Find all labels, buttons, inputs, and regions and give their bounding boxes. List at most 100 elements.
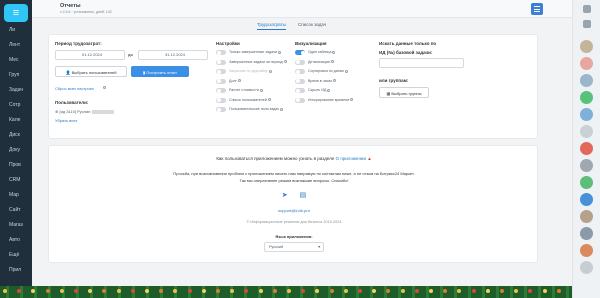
sidebar-item[interactable]: Кале [9,117,33,123]
sidebar-item[interactable]: Магаз [9,222,33,228]
garland-bulb [329,289,334,293]
help-icon[interactable] [103,86,106,89]
sidebar-item[interactable]: Пров [9,162,33,168]
help-icon[interactable] [280,107,284,111]
avatar[interactable] [580,193,593,206]
language-title: Язык приложения: [275,234,313,239]
bitrix24-logo-icon[interactable]: ≡ [4,4,28,22]
toggle-switch[interactable] [216,78,226,84]
group-icon: ▦ [386,91,391,96]
notifications-icon[interactable] [583,5,591,13]
avatar[interactable] [580,40,593,53]
sidebar-item[interactable]: Сотр [9,102,33,108]
user-icon: 👤 [65,70,71,75]
sidebar-item[interactable]: CRM [9,177,33,183]
garland-bulb [500,289,504,293]
about-app-link[interactable]: О приложении [336,156,366,161]
toggle-switch[interactable] [216,97,226,103]
garland-bulb [187,289,192,293]
toggle-switch[interactable] [216,107,226,112]
help-icon[interactable] [267,98,271,102]
app-version: v 2.4.6 · установлено, дней: 142 [60,10,112,14]
sidebar-item[interactable]: Задач [9,87,33,93]
date-to-field[interactable]: 31.12.2024 [138,50,208,60]
toggle-switch[interactable] [295,88,305,93]
toggle-switch [216,69,226,74]
avatar[interactable] [580,210,593,223]
build-report-button[interactable]: ▮ Построить отчет [131,66,189,77]
avatar[interactable] [580,74,593,87]
sidebar-item[interactable]: Ещё [9,252,33,258]
toggle-switch[interactable] [216,50,226,55]
avatar[interactable] [580,108,593,121]
avatar[interactable] [580,176,593,189]
help-icon[interactable] [344,69,348,73]
remove-all-users-link[interactable]: Убрать всех [55,118,77,123]
toggle-label: Закрытые по дедлайну [229,69,272,74]
sidebar-item[interactable]: Прил [9,267,33,273]
chevron-down-icon: ▾ [318,245,320,249]
toggle-switch[interactable] [216,59,226,65]
support-email-link[interactable]: support@in4b.pro [49,208,539,213]
avatar[interactable] [580,125,593,138]
select-groups-button[interactable]: ▦ Выбрать группы [379,87,429,98]
help-icon[interactable] [332,50,336,54]
sidebar-item[interactable]: Груп [9,72,33,78]
toggle-switch[interactable] [295,59,305,65]
avatar[interactable] [580,91,593,104]
garland-bulb [45,289,50,293]
avatar[interactable] [580,57,593,70]
help-icon[interactable] [277,50,281,54]
tab-time-costs[interactable]: Трудозатраты [257,22,286,30]
tab-task-list[interactable]: Список задач [298,22,326,29]
telegram-icon[interactable]: ➤ [282,192,288,199]
select-users-button[interactable]: 👤 Выбрать пользователей [55,66,127,77]
sidebar-item[interactable]: Мес [9,57,33,63]
toggle-switch[interactable] [295,50,305,55]
sidebar-item[interactable]: Лент [9,42,33,48]
toggle-label: Сортировка по датам [308,69,348,74]
avatar[interactable] [580,142,593,155]
remove-user-icon[interactable]: ⊗ [55,109,58,114]
avatar[interactable] [580,227,593,240]
sidebar-item[interactable]: Диск [9,132,33,138]
help-icon[interactable] [330,60,334,64]
help-icon[interactable] [333,79,337,83]
help-icon[interactable] [268,69,272,73]
date-from-field[interactable]: 01.12.2024 [55,50,125,60]
sidebar-item[interactable]: Авто [9,237,33,243]
groups-label: или группам: [379,78,409,83]
toggle-label: Время в часах [308,79,337,84]
help-icon[interactable] [327,88,331,92]
sidebar-item[interactable]: Доку [9,147,33,153]
language-select[interactable]: Русский ▾ [264,242,324,252]
chat-icon[interactable]: ▤ [300,192,307,199]
avatar[interactable] [580,261,593,274]
toggle-label: Только завершенные задачи [229,50,281,55]
sidebar-item[interactable]: Ли [9,27,33,33]
base-task-id-input[interactable] [379,58,464,68]
toggle-switch[interactable] [295,69,305,74]
avatar[interactable] [580,244,593,257]
help-icon[interactable] [283,60,287,64]
date-separator: до [128,52,133,57]
app-title: Отчеты [60,3,81,9]
search-icon[interactable] [583,20,591,28]
garland-bulb [471,289,476,293]
help-icon[interactable] [350,98,354,102]
help-icon[interactable] [259,88,263,92]
users-title: Пользователи: [55,100,89,105]
help-icon[interactable] [237,79,241,83]
toggle-switch[interactable] [295,97,305,103]
menu-button[interactable] [531,3,543,15]
sidebar-item[interactable]: Сайт [9,207,33,213]
toggle-switch[interactable] [216,88,226,93]
bitrix-left-sidebar: ≡ Ли Лент Мес Груп Задач Сотр Кале Диск Доку Пров… [0,0,32,298]
sidebar-item[interactable]: Мар [9,192,33,198]
base-task-label: ИД (№) базовой задачи: [379,50,433,55]
avatar[interactable] [580,159,593,172]
garland-bulb [59,289,64,293]
app-topbar: Отчеты v 2.4.6 · установлено, дней: 142 [32,0,572,18]
toggle-switch[interactable] [295,78,305,84]
reset-settings-link[interactable]: Сброс всех настроек [55,86,94,91]
